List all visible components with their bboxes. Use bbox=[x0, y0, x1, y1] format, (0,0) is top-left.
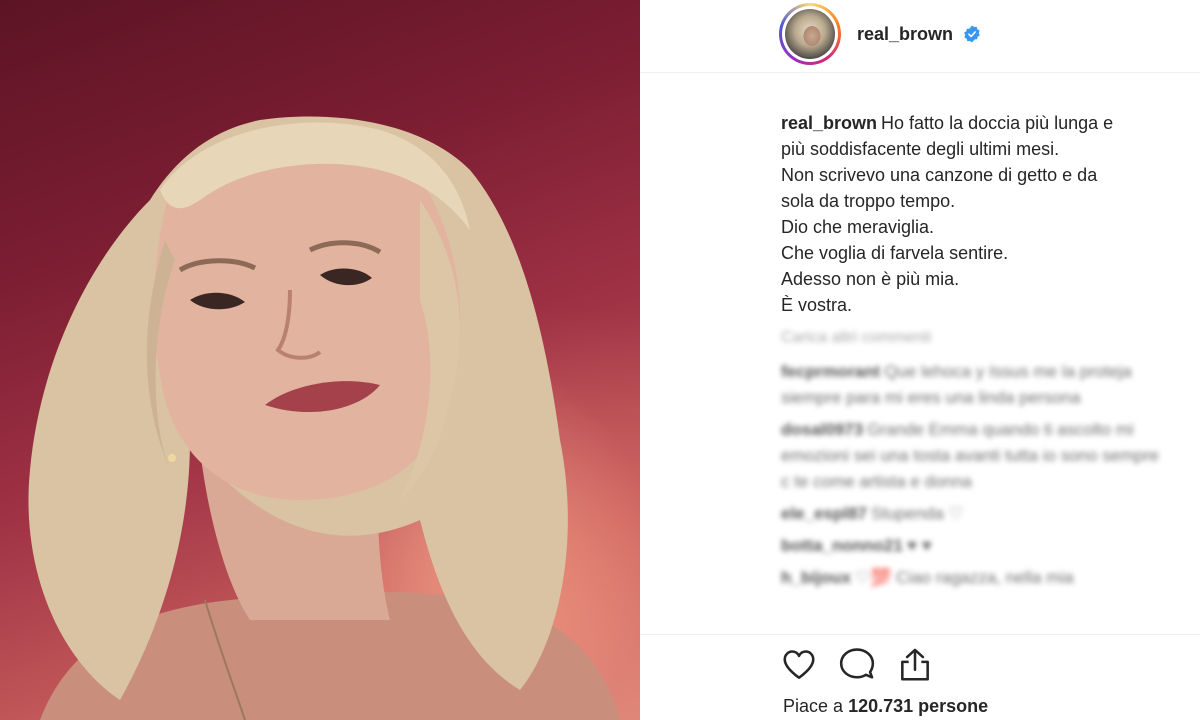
avatar bbox=[785, 9, 835, 59]
post-header: real_brown bbox=[640, 0, 1200, 73]
like-heart-icon[interactable] bbox=[780, 646, 818, 684]
post-sidebar: real_brown real_brown Ho fatto la doccia … bbox=[640, 0, 1200, 720]
likes-count[interactable]: Piace a 120.731 persone bbox=[783, 696, 988, 717]
caption-line: Dio che meraviglia. bbox=[781, 217, 935, 237]
caption-line: Che voglia di farvela sentire. bbox=[781, 243, 1009, 263]
comments-list: Carica altri commenti fecprmorant Que leh… bbox=[781, 325, 1171, 597]
comment-item: dosal0973 Grande Emma quando ti ascolto m… bbox=[781, 417, 1171, 495]
caption-line: Non scrivevo una canzone di getto e da bbox=[781, 165, 1098, 185]
actions-divider bbox=[640, 634, 1200, 635]
comment-username[interactable]: dosal0973 bbox=[781, 420, 863, 439]
caption-line: real_brown Ho fatto la doccia più lunga e bbox=[781, 110, 1161, 136]
comment-text: Stupenda ♡ bbox=[871, 504, 964, 523]
likes-number: 120.731 bbox=[848, 696, 914, 716]
caption-username[interactable]: real_brown bbox=[781, 113, 877, 133]
caption-line: sola da troppo tempo. bbox=[781, 191, 956, 211]
likes-prefix: Piace a bbox=[783, 696, 844, 716]
earring-shape bbox=[168, 454, 176, 462]
comment-bubble-icon[interactable] bbox=[838, 646, 876, 684]
avatar-story-ring[interactable] bbox=[779, 3, 841, 65]
post-photo[interactable] bbox=[0, 0, 640, 720]
comment-username[interactable]: fecprmorant bbox=[781, 362, 880, 381]
caption-text: Ho fatto la doccia più lunga e bbox=[881, 113, 1114, 133]
comment-item: fecprmorant Que lehoca y Issus me la prot… bbox=[781, 359, 1171, 411]
comment-text: ♥ ♥ bbox=[906, 536, 932, 555]
comment-username[interactable]: ele_espl87 bbox=[781, 504, 867, 523]
comment-item: h_bijoux ♡💯 Ciao ragazza, nella mia bbox=[781, 565, 1171, 591]
post-caption: real_brown Ho fatto la doccia più lunga e… bbox=[781, 110, 1161, 318]
header-username[interactable]: real_brown bbox=[857, 24, 953, 45]
share-upload-icon[interactable] bbox=[896, 646, 934, 684]
post-actions bbox=[780, 646, 1080, 686]
avatar-frame bbox=[782, 6, 838, 62]
caption-line: Adesso non è più mia. bbox=[781, 269, 960, 289]
likes-suffix: persone bbox=[918, 696, 989, 716]
comment-item: ele_espl87 Stupenda ♡ bbox=[781, 501, 1171, 527]
comment-item: botta_nonno21 ♥ ♥ bbox=[781, 533, 1171, 559]
comment-text: ♡💯 Ciao ragazza, nella mia bbox=[854, 568, 1074, 587]
caption-line: È vostra. bbox=[781, 295, 853, 315]
portrait-illustration bbox=[28, 116, 620, 720]
comment-username[interactable]: botta_nonno21 bbox=[781, 536, 903, 555]
load-more-comments-button[interactable]: Carica altri commenti bbox=[781, 325, 1171, 351]
comment-username[interactable]: h_bijoux bbox=[781, 568, 851, 587]
caption-line: più soddisfacente degli ultimi mesi. bbox=[781, 139, 1060, 159]
verified-badge-icon bbox=[964, 25, 980, 43]
